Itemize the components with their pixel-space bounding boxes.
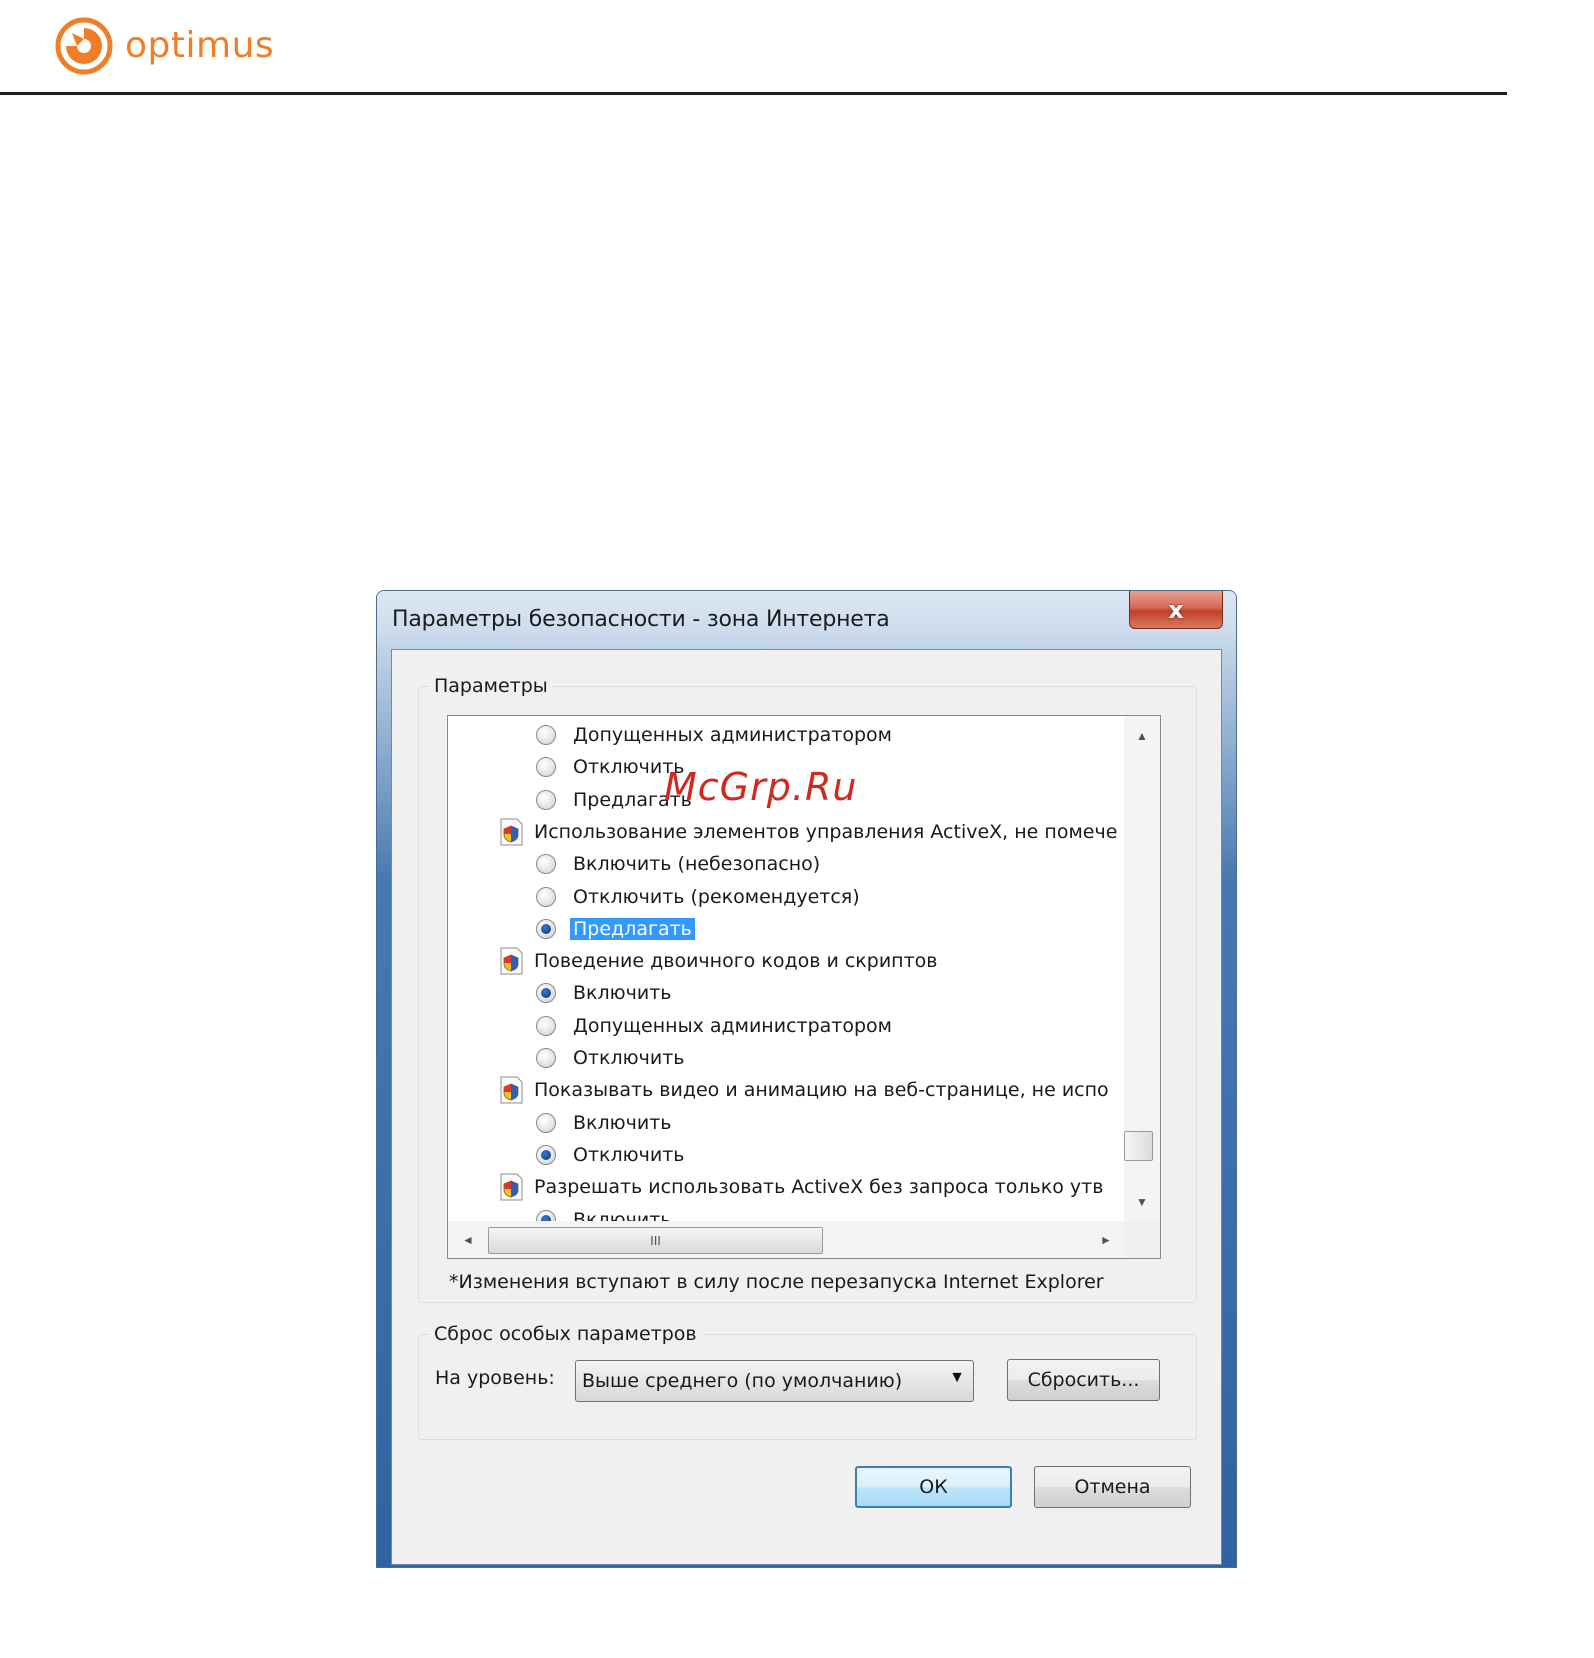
radio-unchecked[interactable] [536, 886, 556, 907]
dropdown-arrow-icon: ▼ [949, 1369, 965, 1386]
vertical-scrollbar[interactable]: ▲ ▼ [1124, 716, 1160, 1221]
settings-option[interactable]: Включить (небезопасно) [536, 849, 820, 879]
settings-shield-icon [500, 818, 523, 846]
radio-checked[interactable] [536, 1209, 556, 1221]
settings-option[interactable]: Предлагать [536, 914, 695, 944]
category-label: Поведение двоичного кодов и скриптов [534, 950, 938, 973]
radio-checked[interactable] [536, 918, 556, 939]
scroll-left-icon[interactable]: ◄ [462, 1234, 474, 1246]
radio-unchecked[interactable] [536, 1112, 556, 1133]
optimus-logo-icon [55, 17, 113, 75]
level-dropdown-value: Выше среднего (по умолчанию) [582, 1370, 903, 1392]
reset-group: Сброс особых параметров На уровень: Выше… [418, 1323, 1197, 1440]
reset-group-legend: Сброс особых параметров [429, 1323, 702, 1345]
option-label: Отключить [573, 1143, 685, 1166]
category-label: Разрешать использовать ActiveX без запро… [534, 1176, 1104, 1199]
settings-shield-icon [500, 1076, 523, 1104]
radio-unchecked[interactable] [536, 725, 556, 745]
settings-shield-icon [500, 947, 523, 975]
vertical-scroll-thumb[interactable] [1124, 1131, 1153, 1161]
settings-option[interactable]: Включить [536, 1108, 672, 1138]
settings-option[interactable]: Отключить [536, 1043, 684, 1073]
settings-option[interactable]: Отключить (рекомендуется) [536, 882, 860, 912]
category-label: Показывать видео и анимацию на веб-стран… [534, 1079, 1109, 1102]
settings-option[interactable]: Отключить [536, 1140, 684, 1170]
option-label: Отключить [573, 1047, 685, 1069]
category-label: Использование элементов управления Activ… [534, 820, 1118, 843]
radio-unchecked[interactable] [536, 757, 556, 778]
radio-checked[interactable] [536, 983, 556, 1004]
radio-unchecked[interactable] [536, 1015, 556, 1036]
scroll-right-icon[interactable]: ► [1100, 1234, 1112, 1246]
scrollbar-corner [1124, 1221, 1160, 1258]
scroll-up-icon[interactable]: ▲ [1136, 730, 1148, 742]
horizontal-scrollbar[interactable]: ◄ III ► [448, 1221, 1160, 1258]
level-label: На уровень: [435, 1367, 555, 1389]
settings-category[interactable]: Использование элементов управления Activ… [498, 817, 1117, 847]
option-label: Включить (небезопасно) [573, 853, 821, 876]
document-header: optimus [0, 0, 1507, 95]
settings-option[interactable]: Включить [536, 978, 672, 1008]
settings-option[interactable]: Допущенных администратором [536, 1011, 892, 1041]
header-divider [0, 92, 1507, 95]
option-label: Включить [573, 982, 672, 1005]
option-label: Предлагать [570, 917, 695, 940]
option-label: Включить [573, 1208, 672, 1222]
cancel-button[interactable]: Отмена [1034, 1466, 1191, 1508]
option-label: Включить [573, 1111, 672, 1134]
radio-checked[interactable] [536, 1144, 556, 1165]
watermark: McGrp.Ru [664, 765, 858, 809]
option-label: Допущенных администратором [573, 1014, 893, 1037]
horizontal-scroll-thumb[interactable]: III [488, 1227, 823, 1254]
scroll-grip: III [650, 1233, 661, 1248]
radio-unchecked[interactable] [536, 854, 556, 875]
reset-button[interactable]: Сбросить... [1007, 1359, 1160, 1401]
close-button[interactable]: x [1129, 591, 1223, 629]
level-dropdown[interactable]: Выше среднего (по умолчанию) ▼ [575, 1360, 974, 1402]
security-settings-dialog: Параметры безопасности - зона Интернета … [376, 590, 1237, 1568]
optimus-logo: optimus [55, 17, 274, 75]
scroll-down-icon[interactable]: ▼ [1136, 1196, 1148, 1208]
settings-category[interactable]: Разрешать использовать ActiveX без запро… [498, 1172, 1103, 1202]
settings-shield-icon [500, 1173, 523, 1201]
logo-text: optimus [125, 25, 275, 66]
settings-group-legend: Параметры [429, 675, 553, 697]
option-label: Отключить (рекомендуется) [573, 885, 860, 908]
settings-option[interactable]: Включить [536, 1205, 672, 1222]
settings-option[interactable]: Допущенных администратором [536, 720, 892, 750]
settings-category[interactable]: Показывать видео и анимацию на веб-стран… [498, 1075, 1109, 1105]
radio-unchecked[interactable] [536, 789, 556, 810]
restart-note: *Изменения вступают в силу после перезап… [449, 1271, 1104, 1293]
radio-unchecked[interactable] [536, 1048, 556, 1068]
settings-option[interactable]: Отключить [536, 752, 684, 782]
ok-button[interactable]: ОК [855, 1466, 1012, 1508]
option-label: Допущенных администратором [573, 724, 893, 746]
close-icon: x [1168, 595, 1184, 624]
dialog-title: Параметры безопасности - зона Интернета [392, 607, 890, 632]
settings-category[interactable]: Поведение двоичного кодов и скриптов [498, 946, 937, 976]
